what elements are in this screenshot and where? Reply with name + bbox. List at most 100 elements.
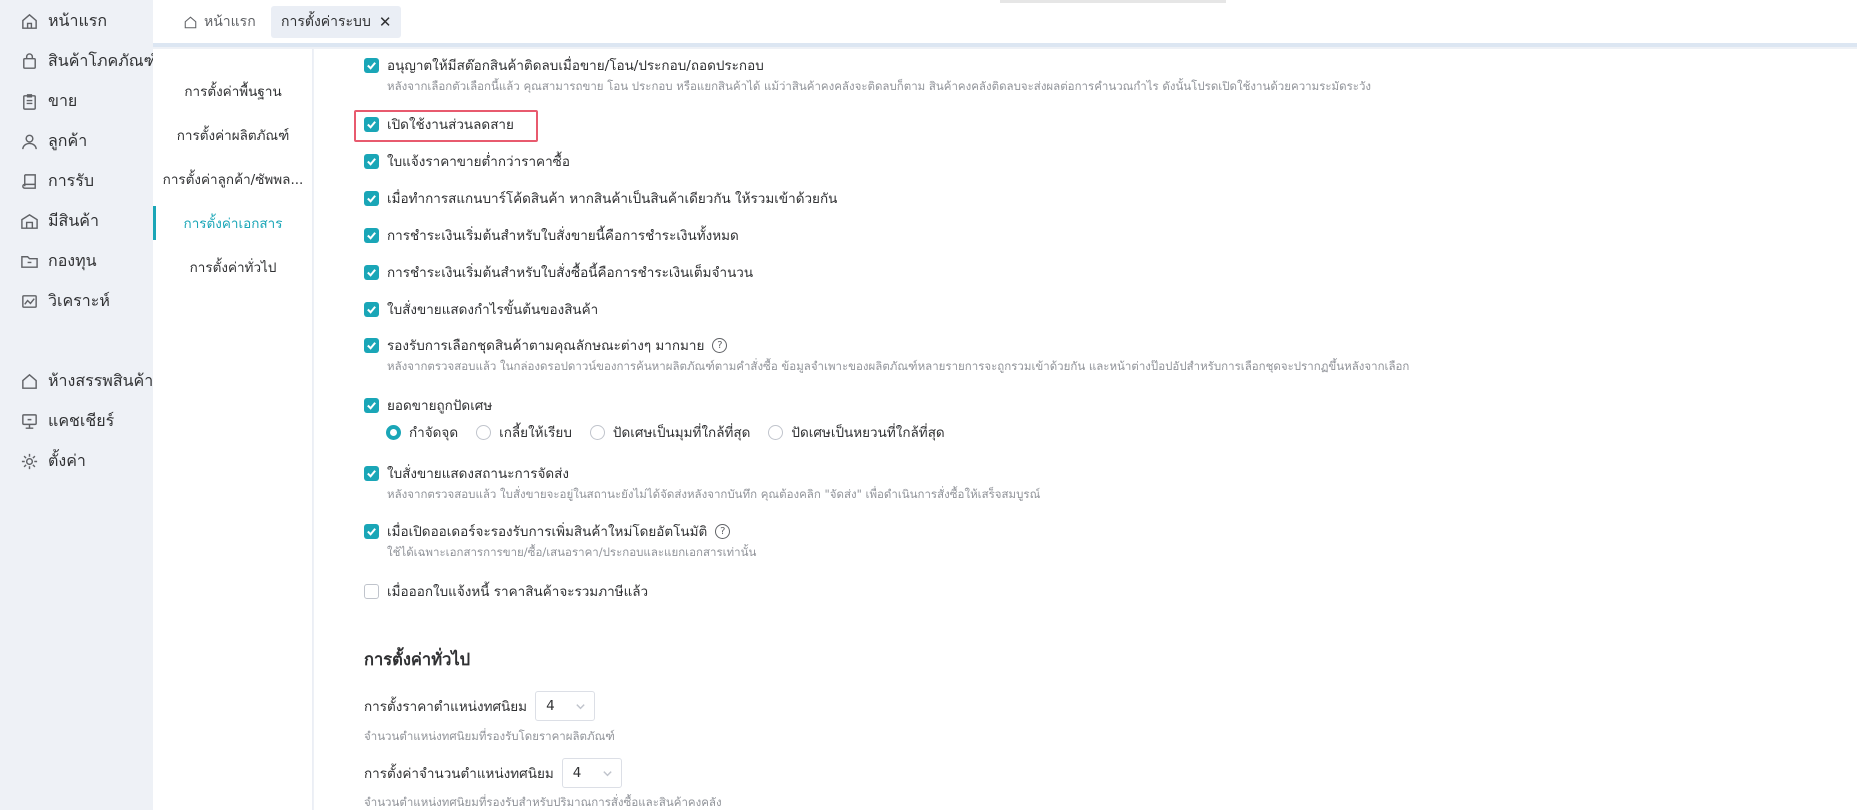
tab-label: การตั้งค่าระบบ [281,14,371,30]
check-icon [367,61,376,70]
select-value: 4 [572,765,582,781]
nav-item-mall[interactable]: ห้างสรรพสินค้า [18,366,153,396]
option-label: การชำระเงินเริ่มต้นสำหรับใบสั่งซื้อนี้คื… [387,265,754,281]
monitor-icon [18,410,40,432]
help-icon[interactable]: ? [712,337,728,353]
gear-icon [18,450,40,472]
radio-button[interactable] [476,424,492,440]
checkbox[interactable] [364,337,379,353]
option-label: การชำระเงินเริ่มต้นสำหรับใบสั่งขายนี้คือ… [387,228,739,244]
home-icon [18,10,40,32]
check-icon [367,341,376,350]
tab-bar-shadow [1000,0,1226,3]
radio-label: ปัดเศษเป็นมุมที่ใกล้ที่สุด [612,425,751,441]
checkbox[interactable] [364,227,379,243]
option-hint: หลังจากตรวจสอบแล้ว ในกล่องดรอปดาวน์ของกา… [387,359,1410,373]
option-show-shipping-status[interactable]: ใบสั่งขายแสดงสถานะการจัดส่ง [364,462,569,484]
field-quantity-decimals: การตั้งค่าจำนวนตำแหน่งทศนิยม 4 [364,758,622,788]
checkbox[interactable] [364,153,379,169]
option-negative-stock[interactable]: อนุญาตให้มีสต๊อกสินค้าติดลบเมื่อขาย/โอน/… [364,54,764,76]
clipboard-icon [18,90,40,112]
chart-icon [18,290,40,312]
rounding-radio-group: กำจัดจุด เกลี้ยให้เรียบ ปัดเศษเป็นมุมที่… [386,421,963,443]
option-line-discount[interactable]: เปิดใช้งานส่วนลดสาย [364,113,514,135]
checkbox[interactable] [364,57,379,73]
check-icon [367,120,376,129]
option-sales-full-payment[interactable]: การชำระเงินเริ่มต้นสำหรับใบสั่งขายนี้คือ… [364,224,739,246]
warehouse-icon [18,210,40,232]
nav-item-label: สินค้าโภคภัณฑ์ [48,50,157,70]
nav-item-label: ขาย [48,90,78,110]
nav-item-products[interactable]: สินค้าโภคภัณฑ์ [18,46,157,76]
check-icon [367,305,376,314]
check-icon [367,268,376,277]
nav-item-customers[interactable]: ลูกค้า [18,126,87,156]
tab-bar: หน้าแรก การตั้งค่าระบบ ✕ [153,0,1857,47]
option-hint: หลังจากตรวจสอบแล้ว ใบสั่งขายจะอยู่ในสถาน… [387,487,1041,501]
option-below-cost-alert[interactable]: ใบแจ้งราคาขายต่ำกว่าราคาซื้อ [364,150,570,172]
nav-item-label: วิเคราะห์ [48,290,110,310]
submenu-item-document[interactable]: การตั้งค่าเอกสาร [153,206,313,240]
tab-home[interactable]: หน้าแรก [173,6,266,38]
option-label: เปิดใช้งานส่วนลดสาย [387,117,514,133]
checkbox[interactable] [364,397,379,413]
nav-item-cashier[interactable]: แคชเชียร์ [18,406,114,436]
quantity-decimals-select[interactable]: 4 [561,758,622,788]
submenu-item-basic[interactable]: การตั้งค่าพื้นฐาน [153,76,313,106]
option-hint: หลังจากเลือกตัวเลือกนี้แล้ว คุณสามารถขาย… [387,79,1372,93]
nav-item-analysis[interactable]: วิเคราะห์ [18,286,110,316]
nav-item-label: ห้างสรรพสินค้า [48,370,154,390]
checkbox[interactable] [364,465,379,481]
nav-item-label: แคชเชียร์ [48,410,115,430]
radio-button[interactable] [768,424,784,440]
nav-item-receiving[interactable]: การรับ [18,166,94,196]
option-label: เมื่อทำการสแกนบาร์โค้ดสินค้า หากสินค้าเป… [387,191,838,207]
option-round-sales[interactable]: ยอดขายถูกปัดเศษ [364,394,492,416]
nav-item-label: ลูกค้า [48,130,88,150]
option-merge-barcode[interactable]: เมื่อทำการสแกนบาร์โค้ดสินค้า หากสินค้าเป… [364,187,837,209]
help-icon[interactable]: ? [715,523,731,539]
checkbox[interactable] [364,583,379,599]
submenu-item-customer-supplier[interactable]: การตั้งค่าลูกค้า/ซัพพล... [153,164,313,194]
store-icon [18,370,40,392]
checkbox[interactable] [364,116,379,132]
chevron-down-icon [603,770,612,776]
option-purchase-full-payment[interactable]: การชำระเงินเริ่มต้นสำหรับใบสั่งซื้อนี้คื… [364,261,753,283]
checkbox[interactable] [364,301,379,317]
option-label: ยอดขายถูกปัดเศษ [387,398,493,414]
nav-item-funds[interactable]: กองทุน [18,246,97,276]
nav-item-settings[interactable]: ตั้งค่า [18,446,86,476]
radio-nearest-jiao[interactable]: ปัดเศษเป็นมุมที่ใกล้ที่สุด [589,421,751,443]
nav-item-inventory[interactable]: มีสินค้า [18,206,99,236]
tab-system-settings[interactable]: การตั้งค่าระบบ ✕ [271,6,402,38]
main-nav: หน้าแรก สินค้าโภคภัณฑ์ ขาย ลูกค้า การรับ… [0,0,157,810]
radio-nearest-yuan[interactable]: ปัดเศษเป็นหยวนที่ใกล้ที่สุด [768,421,945,443]
option-invoice-tax-inclusive[interactable]: เมื่อออกใบแจ้งหนี้ ราคาสินค้าจะรวมภาษีแล… [364,580,648,602]
bag-icon [18,50,40,72]
close-icon[interactable]: ✕ [379,13,392,31]
nav-item-home[interactable]: หน้าแรก [18,6,107,36]
folder-icon [18,250,40,272]
submenu-item-general[interactable]: การตั้งค่าทั่วไป [153,252,313,282]
price-decimals-select[interactable]: 4 [535,691,596,721]
radio-smooth[interactable]: เกลี้ยให้เรียบ [476,421,572,443]
option-label: อนุญาตให้มีสต๊อกสินค้าติดลบเมื่อขาย/โอน/… [387,58,764,74]
option-multi-attribute-selection[interactable]: รองรับการเลือกชุดสินค้าตามคุณลักษณะต่างๆ… [364,334,728,356]
tab-bar-divider [153,43,1857,47]
submenu-item-product[interactable]: การตั้งค่าผลิตภัณฑ์ [153,120,313,150]
nav-item-sales[interactable]: ขาย [18,86,77,116]
option-auto-add-new-product[interactable]: เมื่อเปิดออเดอร์จะรองรับการเพิ่มสินค้าให… [364,520,731,542]
option-show-gross-profit[interactable]: ใบสั่งขายแสดงกำไรขั้นต้นของสินค้า [364,298,598,320]
radio-button[interactable] [386,424,401,440]
checkbox[interactable] [364,523,379,539]
settings-content: อนุญาตให้มีสต๊อกสินค้าติดลบเมื่อขาย/โอน/… [314,49,1857,810]
option-label: ใบสั่งขายแสดงสถานะการจัดส่ง [387,466,569,482]
checkbox[interactable] [364,264,379,280]
nav-item-label: หน้าแรก [48,10,108,30]
check-icon [367,231,376,240]
checkbox[interactable] [364,190,379,206]
radio-remove-decimals[interactable]: กำจัดจุด [386,421,458,443]
nav-item-label: มีสินค้า [48,210,99,230]
check-icon [367,157,376,166]
radio-button[interactable] [589,424,605,440]
